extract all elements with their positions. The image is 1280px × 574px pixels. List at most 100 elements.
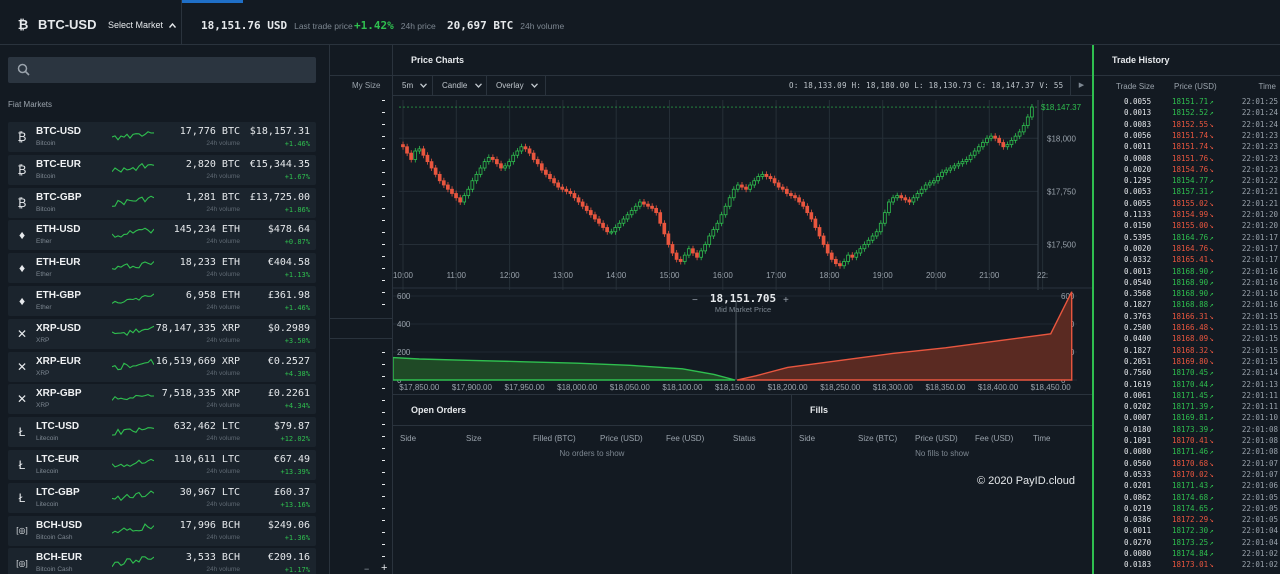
market-row[interactable]: Ł LTC-USD Litecoin 632,462 LTC 24h volume $79… [8, 417, 316, 448]
candle [927, 179, 932, 188]
arrow-up-icon: ↗ [1209, 447, 1214, 457]
zoom-in-button[interactable]: + [783, 295, 789, 306]
candle [972, 148, 977, 159]
market-volume: 17,776 BTC [179, 126, 240, 137]
market-row[interactable]: ✕ XRP-USD XRP 78,147,335 XRP 24h volume $0.29… [8, 318, 316, 349]
trade-size: 0.0013 [1124, 266, 1152, 276]
market-row[interactable]: ♦ ETH-EUR Ether 18,233 ETH 24h volume €404.58… [8, 253, 316, 284]
volume-label: 24h volume [206, 402, 240, 410]
candle [588, 207, 593, 218]
chart-canvas[interactable]: 10:00 11:00 12:00 13:00 14:00 15:00 16:00 17:00… [393, 96, 1092, 394]
trade-price-value: 18170.02 [1172, 469, 1209, 479]
candle [809, 209, 814, 222]
market-row[interactable]: ♦ ETH-USD Ether 145,234 ETH 24h volume $478.6… [8, 220, 316, 251]
depth-y-tick-left: 200 [397, 348, 411, 357]
mid-market-value: 18,151.705 [709, 292, 777, 305]
trade-price-value: 18168.32 [1172, 345, 1209, 355]
granularity-dropdown[interactable]: 5m [393, 76, 433, 95]
market-name: Litecoin [36, 468, 59, 475]
market-row[interactable]: ₿ BTC-EUR Bitcoin 2,820 BTC 24h volume €15,34… [8, 154, 316, 185]
play-button[interactable]: ▶ [1070, 76, 1092, 95]
ladder-tick [382, 220, 385, 221]
trade-price-value: 18174.68 [1172, 492, 1209, 502]
price-ladder: My Size − + [330, 45, 393, 574]
trade-time: 22:01:10 [1241, 413, 1278, 423]
market-row[interactable]: ✕ XRP-EUR XRP 16,519,669 XRP 24h volume €0.25… [8, 351, 316, 382]
trade-price: 18173.39↗ [1172, 425, 1214, 434]
sparkline [112, 556, 154, 568]
col-time: Time [1258, 82, 1276, 91]
ladder-tick [382, 388, 385, 389]
trade-row: 0.0540 18168.90↗ 22:01:16 [1094, 278, 1280, 289]
trade-row: 0.0061 18171.45↗ 22:01:11 [1094, 391, 1280, 402]
arrow-down-icon: ↘ [1209, 153, 1214, 163]
market-row[interactable]: ✕ XRP-GBP XRP 7,518,335 XRP 24h volume £0.226… [8, 384, 316, 415]
ladder-plus-button[interactable]: + [381, 562, 387, 574]
trade-price: 18170.45↗ [1172, 368, 1214, 377]
trade-price: 18154.99↘ [1172, 210, 1214, 219]
market-row[interactable]: [◎] BCH-EUR Bitcoin Cash 3,533 BCH 24h volum… [8, 548, 316, 574]
chart-type-dropdown[interactable]: Candle [433, 76, 487, 95]
trade-price: 18170.02↘ [1172, 470, 1214, 479]
market-name: Bitcoin [36, 172, 56, 180]
trade-row: 0.1827 18168.88↗ 22:01:16 [1094, 300, 1280, 311]
trade-size: 0.1091 [1124, 436, 1152, 445]
candle [486, 154, 491, 165]
market-row[interactable]: [◎] BCH-USD Bitcoin Cash 17,996 BCH 24h volu… [8, 515, 316, 546]
candle [985, 135, 989, 146]
trade-size: 0.0011 [1124, 526, 1152, 536]
candle [686, 245, 691, 259]
market-row[interactable]: ♦ ETH-GBP Ether 6,958 ETH 24h volume £361.98 +… [8, 286, 316, 316]
search-input[interactable] [8, 57, 316, 83]
market-row[interactable]: Ł LTC-EUR Litecoin 110,611 LTC 24h volume €67… [8, 450, 316, 480]
candle [572, 190, 577, 201]
arrow-down-icon: ↘ [1209, 345, 1214, 355]
trade-row: 0.0053 18157.31↗ 22:01:21 [1094, 187, 1280, 198]
trade-row: 0.0533 18170.02↘ 22:01:07 [1094, 470, 1280, 481]
trade-time: 22:01:08 [1241, 436, 1278, 445]
candle [1005, 141, 1010, 150]
candle [760, 171, 765, 180]
last-price-value: 18,151.76 USD [201, 19, 288, 32]
trade-price-value: 18168.09 [1172, 334, 1209, 344]
arrow-down-icon: ↘ [1209, 436, 1214, 445]
col-time: Time [1033, 434, 1051, 443]
candle [801, 199, 806, 210]
trade-price: 18173.25↗ [1172, 538, 1214, 547]
col-price: Price (USD) [1174, 82, 1217, 91]
trade-row: 0.0083 18152.55↘ 22:01:24 [1094, 120, 1280, 131]
trade-time: 22:01:17 [1241, 243, 1278, 253]
candle [682, 252, 687, 265]
candle [1009, 137, 1014, 148]
trade-row: 0.0011 18172.30↗ 22:01:04 [1094, 526, 1280, 537]
select-market-button[interactable]: Select Market [108, 20, 176, 30]
candle [723, 203, 728, 218]
arrow-up-icon: ↗ [1209, 277, 1214, 287]
market-row[interactable]: Ł LTC-GBP Litecoin 30,967 LTC 24h volume £60.… [8, 482, 316, 513]
candle [891, 194, 895, 205]
trade-row: 0.0180 18173.39↗ 22:01:08 [1094, 425, 1280, 436]
market-volume: 17,996 BCH [179, 519, 240, 531]
overlay-dropdown[interactable]: Overlay [487, 76, 546, 95]
arrow-down-icon: ↘ [1209, 243, 1214, 253]
x-tick-label: 15:00 [659, 271, 680, 280]
arrow-up-icon: ↗ [1209, 379, 1214, 389]
trade-price: 18170.68↘ [1172, 459, 1214, 468]
market-row[interactable]: ₿ BTC-USD Bitcoin 17,776 BTC 24h volume $18,1… [8, 122, 316, 152]
ladder-tick [382, 400, 385, 401]
x-tick-label: 16:00 [713, 271, 734, 280]
ladder-tick [382, 292, 385, 293]
market-row[interactable]: ₿ BTC-GBP Bitcoin 1,281 BTC 24h volume £13,72… [8, 187, 316, 218]
candle [842, 258, 846, 269]
depth-y-tick-left: 400 [397, 320, 411, 329]
candle [691, 245, 695, 256]
trade-price: 18151.74↘ [1172, 131, 1214, 140]
trade-price-value: 18174.84 [1172, 549, 1209, 558]
market-volume: 18,233 ETH [179, 257, 240, 269]
ladder-tick [382, 508, 385, 509]
market-symbol: BTC-USD [36, 126, 81, 137]
ladder-minus-button[interactable]: − [364, 564, 369, 574]
market-title: ₿ BTC-USD [16, 17, 97, 32]
x-tick-label: 20:00 [926, 271, 947, 280]
trade-price: 18173.01↘ [1172, 560, 1214, 569]
